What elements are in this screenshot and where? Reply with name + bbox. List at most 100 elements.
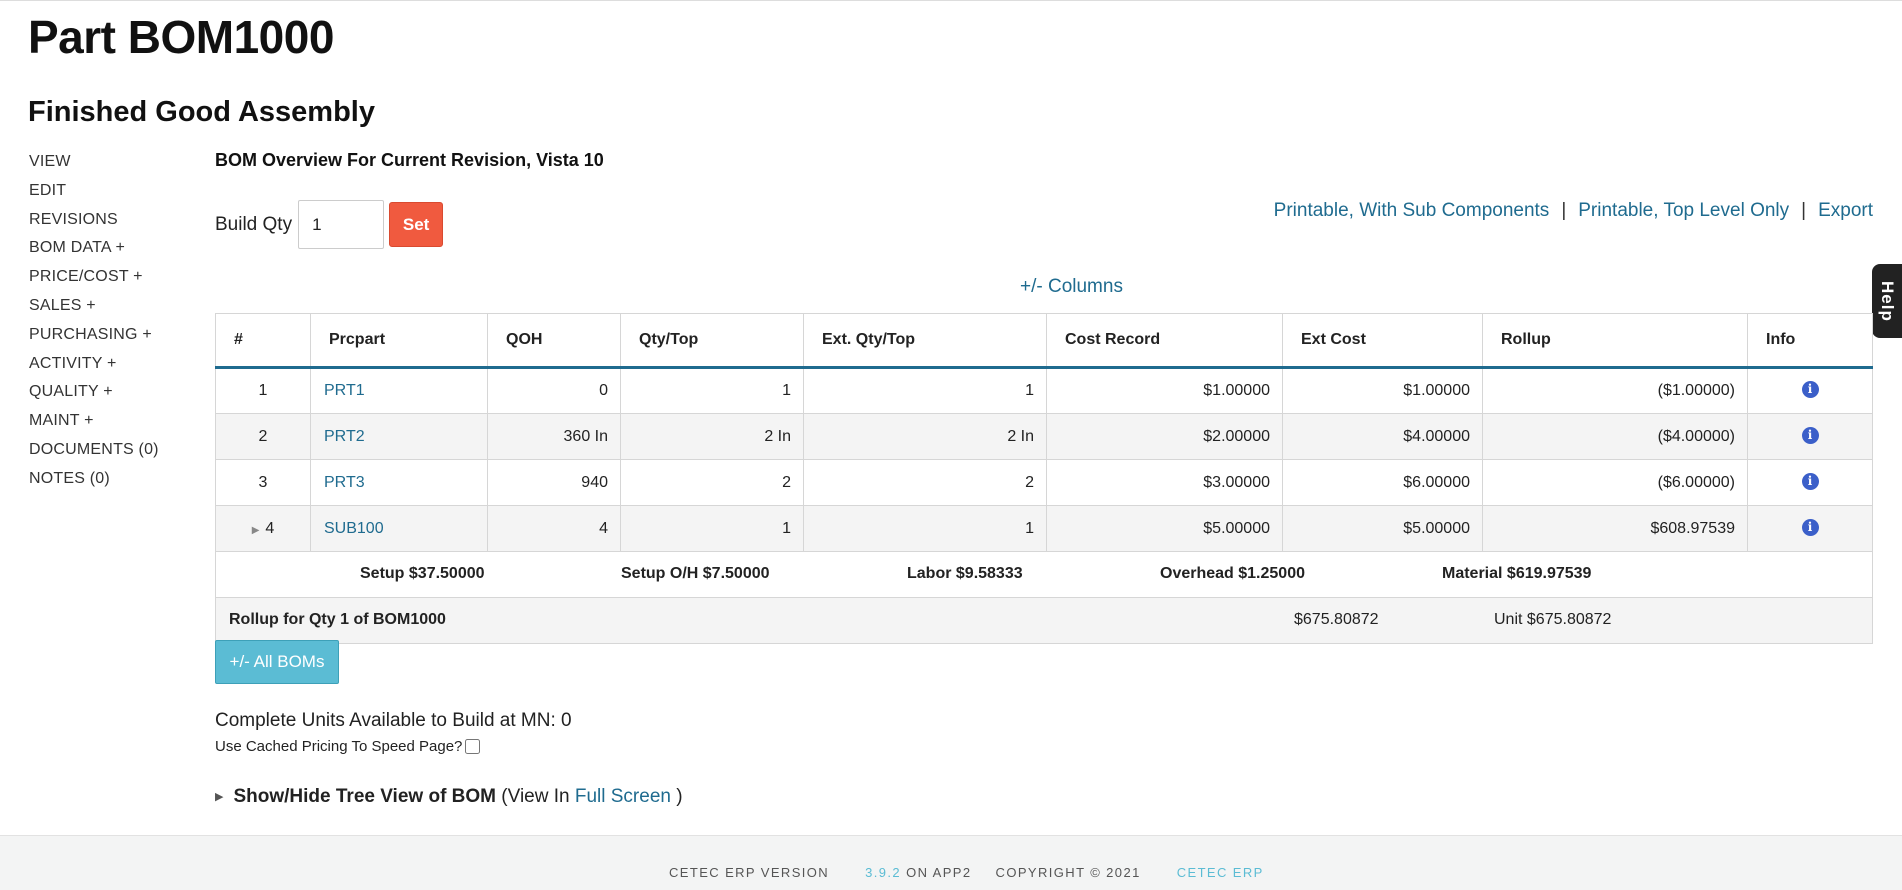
page-title: Part BOM1000 xyxy=(28,11,334,63)
row-number: 1 xyxy=(215,367,311,414)
table-row: 1 PRT1 0 1 1 $1.00000 $1.00000 ($1.00000… xyxy=(215,367,1873,414)
version-link[interactable]: 3.9.2 xyxy=(865,865,901,880)
col-header-ext-cost[interactable]: Ext Cost xyxy=(1282,313,1483,369)
rollup-unit: Unit $675.80872 xyxy=(1494,611,1612,628)
qoh-cell: 0 xyxy=(487,367,621,414)
rollup-cell: ($1.00000) xyxy=(1482,367,1748,414)
rollup-cell: ($6.00000) xyxy=(1482,459,1748,506)
sidebar-item-edit[interactable]: EDIT xyxy=(29,181,159,210)
bom-table: # Prcpart QOH Qty/Top Ext. Qty/Top Cost … xyxy=(215,313,1873,644)
overhead-cost: Overhead $1.25000 xyxy=(1160,565,1305,582)
part-link[interactable]: PRT3 xyxy=(324,474,365,491)
page-subtitle: Finished Good Assembly xyxy=(28,96,375,128)
build-qty-label: Build Qty xyxy=(215,213,293,235)
rollup-cell: ($4.00000) xyxy=(1482,413,1748,460)
cached-pricing-option: Use Cached Pricing To Speed Page? xyxy=(215,738,481,755)
sidebar-item-documents[interactable]: DOCUMENTS (0) xyxy=(29,440,159,469)
cost-summary-cell: Setup $37.50000 Setup O/H $7.50000 Labor… xyxy=(215,551,1873,598)
part-cell: PRT3 xyxy=(310,459,488,506)
part-cell: PRT2 xyxy=(310,413,488,460)
toggle-columns-link[interactable]: +/- Columns xyxy=(1020,276,1123,298)
ext-cost-cell: $1.00000 xyxy=(1282,367,1483,414)
col-header-ext-qty-top[interactable]: Ext. Qty/Top xyxy=(803,313,1047,369)
col-header-num[interactable]: # xyxy=(215,313,311,369)
col-header-info[interactable]: Info xyxy=(1747,313,1873,369)
info-cell: i xyxy=(1747,367,1873,414)
part-cell: PRT1 xyxy=(310,367,488,414)
info-icon[interactable]: i xyxy=(1801,518,1819,536)
ext-qty-top-cell: 1 xyxy=(803,505,1047,552)
part-link[interactable]: PRT1 xyxy=(324,382,365,399)
sidebar-item-price-cost[interactable]: PRICE/COST + xyxy=(29,267,159,296)
part-cell: SUB100 xyxy=(310,505,488,552)
expand-triangle-icon[interactable]: ▶ xyxy=(252,525,260,536)
sidebar-item-revisions[interactable]: REVISIONS xyxy=(29,210,159,239)
cached-pricing-checkbox[interactable] xyxy=(465,739,481,754)
sidebar-item-purchasing[interactable]: PURCHASING + xyxy=(29,325,159,354)
table-row: ▶ 4 SUB100 4 1 1 $5.00000 $5.00000 $608.9… xyxy=(215,505,1873,552)
col-header-qty-top[interactable]: Qty/Top xyxy=(620,313,804,369)
sidebar-item-activity[interactable]: ACTIVITY + xyxy=(29,354,159,383)
labor-cost: Labor $9.58333 xyxy=(907,565,1023,582)
print-links: Printable, With Sub Components | Printable… xyxy=(1274,200,1873,222)
build-qty-input[interactable] xyxy=(298,200,385,249)
cached-pricing-label: Use Cached Pricing To Speed Page? xyxy=(215,738,463,755)
brand-link[interactable]: CETEC ERP xyxy=(1177,865,1264,880)
info-icon[interactable]: i xyxy=(1801,426,1819,444)
rollup-label: Rollup for Qty 1 of BOM1000 xyxy=(229,611,446,628)
col-header-rollup[interactable]: Rollup xyxy=(1482,313,1748,369)
qty-top-cell: 2 xyxy=(620,459,804,506)
top-border xyxy=(0,0,1902,1)
sidebar-item-view[interactable]: VIEW xyxy=(29,152,159,181)
ext-qty-top-cell: 2 In xyxy=(803,413,1047,460)
part-link[interactable]: PRT2 xyxy=(324,428,365,445)
ext-cost-cell: $6.00000 xyxy=(1282,459,1483,506)
units-available-text: Complete Units Available to Build at MN:… xyxy=(215,710,572,731)
copyright-text: COPYRIGHT © 2021 xyxy=(995,865,1141,880)
rollup-cell: Rollup for Qty 1 of BOM1000 $675.80872 U… xyxy=(215,597,1873,644)
info-icon[interactable]: i xyxy=(1801,381,1819,398)
set-button[interactable]: Set xyxy=(389,202,444,247)
printable-top-level-link[interactable]: Printable, Top Level Only xyxy=(1578,200,1789,221)
col-header-qoh[interactable]: QOH xyxy=(487,313,621,369)
version-label: CETEC ERP VERSION xyxy=(669,865,830,880)
qoh-cell: 4 xyxy=(487,505,621,552)
col-header-prcpart[interactable]: Prcpart xyxy=(310,313,488,369)
export-link[interactable]: Export xyxy=(1818,200,1873,221)
info-icon[interactable]: i xyxy=(1801,472,1819,490)
full-screen-link[interactable]: Full Screen xyxy=(575,786,671,807)
printable-with-sub-link[interactable]: Printable, With Sub Components xyxy=(1274,200,1550,221)
row-number: 2 xyxy=(215,413,311,460)
row-number: 4 xyxy=(265,519,275,537)
setup-cost: Setup $37.50000 xyxy=(360,565,485,582)
cost-summary-row: Setup $37.50000 Setup O/H $7.50000 Labor… xyxy=(215,551,1873,598)
footer-text: CETEC ERP VERSION 3.9.2 ON APP2 COPYRIGH… xyxy=(669,865,1264,880)
qoh-cell: 360 In xyxy=(487,413,621,460)
col-header-cost-record[interactable]: Cost Record xyxy=(1046,313,1283,369)
qty-top-cell: 1 xyxy=(620,505,804,552)
toggle-all-boms-button[interactable]: +/- All BOMs xyxy=(215,640,339,684)
sidebar-item-bom-data[interactable]: BOM DATA + xyxy=(29,238,159,267)
cost-record-cell: $3.00000 xyxy=(1046,459,1283,506)
table-header-row: # Prcpart QOH Qty/Top Ext. Qty/Top Cost … xyxy=(215,313,1873,369)
material-cost: Material $619.97539 xyxy=(1442,565,1592,582)
help-tab[interactable]: Help xyxy=(1872,264,1902,338)
help-label: Help xyxy=(1878,280,1897,322)
tree-view-toggle: ▶ Show/Hide Tree View of BOM (View In Ful… xyxy=(215,786,683,808)
rollup-row: Rollup for Qty 1 of BOM1000 $675.80872 U… xyxy=(215,597,1873,644)
sidebar-item-notes[interactable]: NOTES (0) xyxy=(29,469,159,498)
link-separator: | xyxy=(1561,200,1567,221)
sidebar-item-sales[interactable]: SALES + xyxy=(29,296,159,325)
tree-view-toggle-label[interactable]: Show/Hide Tree View of BOM xyxy=(233,786,496,807)
part-link[interactable]: SUB100 xyxy=(324,520,384,537)
info-cell: i xyxy=(1747,505,1873,552)
expand-triangle-icon[interactable]: ▶ xyxy=(215,791,223,803)
ext-cost-cell: $5.00000 xyxy=(1282,505,1483,552)
sidebar-item-maint[interactable]: MAINT + xyxy=(29,411,159,440)
ext-qty-top-cell: 2 xyxy=(803,459,1047,506)
app-label: ON APP2 xyxy=(906,865,972,880)
table-row: 3 PRT3 940 2 2 $3.00000 $6.00000 ($6.000… xyxy=(215,459,1873,506)
sidebar-item-quality[interactable]: QUALITY + xyxy=(29,382,159,411)
view-in-text: (View In xyxy=(501,786,570,807)
cost-record-cell: $2.00000 xyxy=(1046,413,1283,460)
